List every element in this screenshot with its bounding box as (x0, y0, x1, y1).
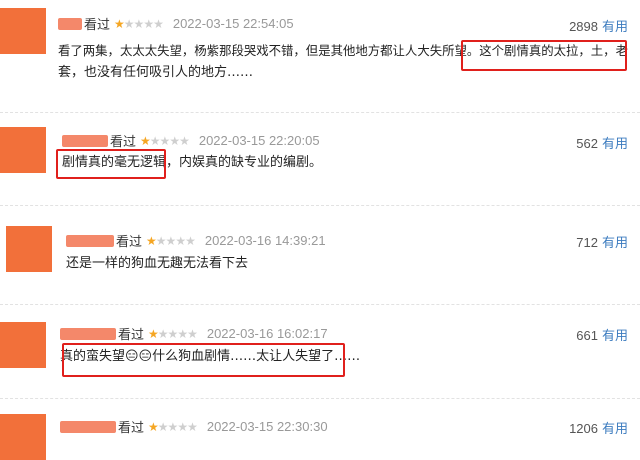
star-empty-icon: ★ (133, 16, 145, 31)
star-rating: ★ ★ ★ ★ ★ (114, 16, 164, 31)
useful-count: 661 (576, 328, 598, 343)
star-empty-icon: ★ (165, 233, 177, 248)
star-empty-icon: ★ (185, 233, 196, 248)
watched-label: 看过 (116, 235, 143, 250)
useful-count: 562 (576, 136, 598, 151)
highlight-box (62, 343, 345, 377)
watched-label: 看过 (84, 18, 111, 33)
avatar[interactable] (0, 414, 46, 460)
useful-vote[interactable]: 661 有用 (576, 325, 628, 344)
review-content-line: 还是一样的狗血无趣无法看下去 (66, 256, 249, 271)
star-empty-icon: ★ (179, 133, 190, 148)
star-rating: ★ ★ ★ ★ ★ (140, 133, 190, 148)
star-empty-icon: ★ (153, 16, 164, 31)
star-empty-icon: ★ (177, 326, 188, 341)
divider (0, 112, 640, 113)
useful-button[interactable]: 有用 (602, 136, 628, 151)
useful-button[interactable]: 有用 (602, 19, 628, 34)
highlight-box (56, 149, 166, 179)
username-redacted[interactable] (58, 17, 82, 30)
useful-vote[interactable]: 2898 有用 (569, 16, 628, 35)
username-redacted[interactable] (62, 134, 108, 147)
avatar[interactable] (0, 8, 46, 54)
divider (0, 205, 640, 206)
username-redacted[interactable] (60, 327, 116, 340)
useful-button[interactable]: 有用 (602, 328, 628, 343)
star-rating: ★ ★ ★ ★ ★ (148, 326, 198, 341)
useful-button[interactable]: 有用 (602, 235, 628, 250)
useful-button[interactable]: 有用 (602, 421, 628, 436)
star-empty-icon: ★ (123, 16, 135, 31)
divider (0, 304, 640, 305)
star-rating: ★ ★ ★ ★ ★ (146, 233, 196, 248)
star-filled-icon: ★ (140, 133, 151, 148)
watched-label: 看过 (110, 135, 137, 150)
star-empty-icon: ★ (187, 326, 198, 341)
star-filled-icon: ★ (114, 16, 125, 31)
useful-vote[interactable]: 1206 有用 (569, 418, 628, 437)
star-empty-icon: ★ (177, 419, 188, 434)
star-empty-icon: ★ (157, 326, 169, 341)
useful-count: 712 (576, 235, 598, 250)
useful-count: 1206 (569, 421, 598, 436)
star-empty-icon: ★ (187, 419, 198, 434)
review-time: 2022-03-15 22:54:05 (172, 16, 294, 31)
review-content: 还是一样的狗血无趣无法看下去 (66, 253, 626, 275)
avatar[interactable] (0, 322, 46, 368)
star-empty-icon: ★ (169, 133, 180, 148)
username-redacted[interactable] (60, 420, 116, 433)
review-time: 2022-03-16 14:39:21 (204, 233, 326, 248)
avatar[interactable] (0, 127, 46, 173)
star-empty-icon: ★ (175, 233, 186, 248)
star-filled-icon: ★ (146, 233, 157, 248)
star-filled-icon: ★ (148, 326, 159, 341)
useful-vote[interactable]: 562 有用 (576, 133, 628, 152)
star-empty-icon: ★ (157, 419, 169, 434)
divider (0, 398, 640, 399)
star-empty-icon: ★ (167, 326, 179, 341)
star-empty-icon: ★ (167, 419, 179, 434)
star-empty-icon: ★ (159, 133, 171, 148)
review-time: 2022-03-16 16:02:17 (206, 326, 328, 341)
useful-count: 2898 (569, 19, 598, 34)
star-rating: ★ ★ ★ ★ ★ (148, 419, 198, 434)
useful-vote[interactable]: 712 有用 (576, 232, 628, 251)
star-empty-icon: ★ (155, 233, 167, 248)
username-redacted[interactable] (66, 234, 114, 247)
star-empty-icon: ★ (143, 16, 154, 31)
review-time: 2022-03-15 22:20:05 (198, 133, 320, 148)
star-empty-icon: ★ (149, 133, 161, 148)
watched-label: 看过 (118, 328, 145, 343)
avatar[interactable] (6, 226, 52, 272)
star-filled-icon: ★ (148, 419, 159, 434)
watched-label: 看过 (118, 421, 145, 436)
highlight-box (461, 40, 627, 71)
review-time: 2022-03-15 22:30:30 (206, 419, 328, 434)
